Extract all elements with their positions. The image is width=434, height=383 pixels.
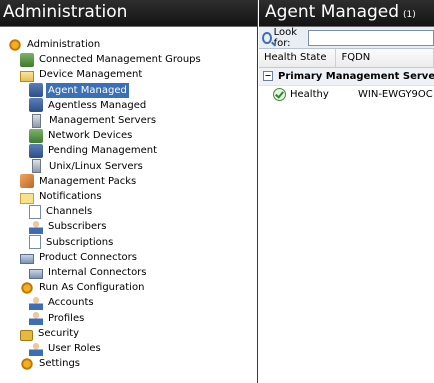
tree-item-label: Agentless Managed — [48, 99, 147, 111]
look-for-label: Look for: — [273, 26, 298, 49]
connector-icon — [20, 253, 34, 264]
tree-item-label: Network Devices — [48, 130, 133, 142]
tree-item-management-packs[interactable]: Management Packs — [20, 174, 138, 189]
management-pack-icon — [20, 174, 34, 189]
group-row[interactable]: − Primary Management Server — [259, 68, 434, 86]
tree-item-channels[interactable]: Channels — [29, 204, 94, 219]
health-state-cell: Healthy — [259, 88, 354, 101]
table-row[interactable]: Healthy WIN-EWGY9OC — [259, 86, 434, 103]
tree-item-agent-managed[interactable]: Agent Managed — [29, 82, 129, 98]
management-server-icon — [32, 113, 41, 128]
tree-item-label: User Roles — [48, 343, 101, 354]
mail-icon — [20, 192, 34, 204]
tree-item-label: Accounts — [48, 297, 94, 309]
look-for-bar: Look for: — [259, 27, 434, 49]
tree-item-subscriptions[interactable]: Subscriptions — [29, 235, 115, 250]
tree-item-network-devices[interactable]: Network Devices — [29, 128, 134, 143]
tree-item-label: Pending Management — [48, 145, 158, 157]
administration-pane: Administration Administration Connected M… — [0, 0, 258, 383]
tree-item-label: Profiles — [48, 312, 85, 324]
healthy-check-icon — [273, 88, 286, 101]
search-icon — [262, 31, 272, 44]
tree-item-pending-management[interactable]: Pending Management — [29, 143, 159, 158]
tree-item-label: Subscriptions — [46, 236, 114, 248]
profile-icon — [29, 311, 43, 326]
collapse-toggle-icon[interactable]: − — [263, 71, 273, 81]
tree-item-accounts[interactable]: Accounts — [29, 295, 96, 310]
run-as-icon — [20, 280, 34, 295]
network-device-icon — [29, 128, 43, 143]
tree-item-label: Administration — [27, 39, 101, 50]
tree-item-label: Management Packs — [39, 175, 137, 187]
server-icon — [32, 159, 41, 174]
lock-icon — [20, 329, 33, 341]
tree-item-label: Device Management — [39, 69, 143, 81]
tree-item-run-as-configuration[interactable]: Run As Configuration — [20, 280, 146, 295]
tree-item-label: Subscribers — [48, 221, 107, 233]
tree-item-security[interactable]: Security — [20, 326, 81, 341]
network-groups-icon — [20, 52, 34, 67]
tree-item-management-servers[interactable]: Management Servers — [29, 113, 158, 128]
tree-item-label: Security — [38, 327, 80, 339]
navigation-tree: Administration Connected Management Group… — [0, 27, 257, 371]
fqdn-cell: WIN-EWGY9OC — [358, 89, 433, 100]
user-icon — [29, 341, 43, 356]
results-pane-title: Agent Managed (1) — [259, 0, 434, 27]
agent-managed-pane: Agent Managed (1) Look for: Health State … — [259, 0, 434, 383]
channel-icon — [29, 204, 41, 219]
agentless-managed-icon — [29, 98, 43, 113]
tree-item-label: Agent Managed — [46, 82, 129, 98]
tree-item-settings[interactable]: Settings — [20, 356, 82, 371]
tree-item-unix-linux-servers[interactable]: Unix/Linux Servers — [29, 159, 145, 174]
agent-managed-icon — [29, 83, 43, 98]
account-icon — [29, 295, 43, 310]
tree-item-label: Run As Configuration — [39, 282, 145, 294]
tree-item-label: Product Connectors — [39, 251, 137, 263]
tree-item-label: Management Servers — [49, 115, 157, 126]
administration-gear-icon — [8, 37, 22, 52]
pending-icon — [29, 143, 43, 158]
tree-item-subscribers[interactable]: Subscribers — [29, 219, 108, 234]
tree-item-label: Settings — [39, 358, 81, 370]
results-count: (1) — [403, 10, 416, 20]
tree-item-label: Channels — [46, 206, 93, 218]
administration-pane-title: Administration — [0, 0, 257, 27]
tree-item-administration[interactable]: Administration — [8, 37, 102, 52]
health-state-text: Healthy — [290, 89, 329, 100]
tree-item-label: Notifications — [39, 191, 102, 202]
tree-item-product-connectors[interactable]: Product Connectors — [20, 250, 139, 265]
tree-item-profiles[interactable]: Profiles — [29, 311, 86, 326]
tree-item-label: Unix/Linux Servers — [49, 160, 143, 172]
folder-open-icon — [20, 70, 34, 82]
connector-icon — [29, 269, 43, 279]
column-headers: Health State FQDN — [259, 49, 434, 68]
tree-item-device-management[interactable]: Device Management — [20, 67, 144, 82]
tree-item-internal-connectors[interactable]: Internal Connectors — [29, 265, 149, 280]
tree-item-notifications[interactable]: Notifications — [20, 189, 104, 204]
group-label: Primary Management Server — [278, 71, 434, 82]
results-title-text: Agent Managed — [265, 2, 400, 22]
user-icon — [29, 219, 43, 234]
column-header-fqdn[interactable]: FQDN — [336, 49, 434, 67]
look-for-input[interactable] — [308, 29, 434, 46]
tree-item-connected-groups[interactable]: Connected Management Groups — [20, 52, 203, 67]
document-icon — [29, 235, 41, 250]
settings-icon — [20, 356, 34, 371]
tree-item-label: Internal Connectors — [48, 267, 147, 278]
column-header-health-state[interactable]: Health State — [259, 49, 337, 67]
tree-item-user-roles[interactable]: User Roles — [29, 341, 103, 356]
tree-item-agentless-managed[interactable]: Agentless Managed — [29, 98, 148, 113]
tree-item-label: Connected Management Groups — [39, 54, 201, 66]
